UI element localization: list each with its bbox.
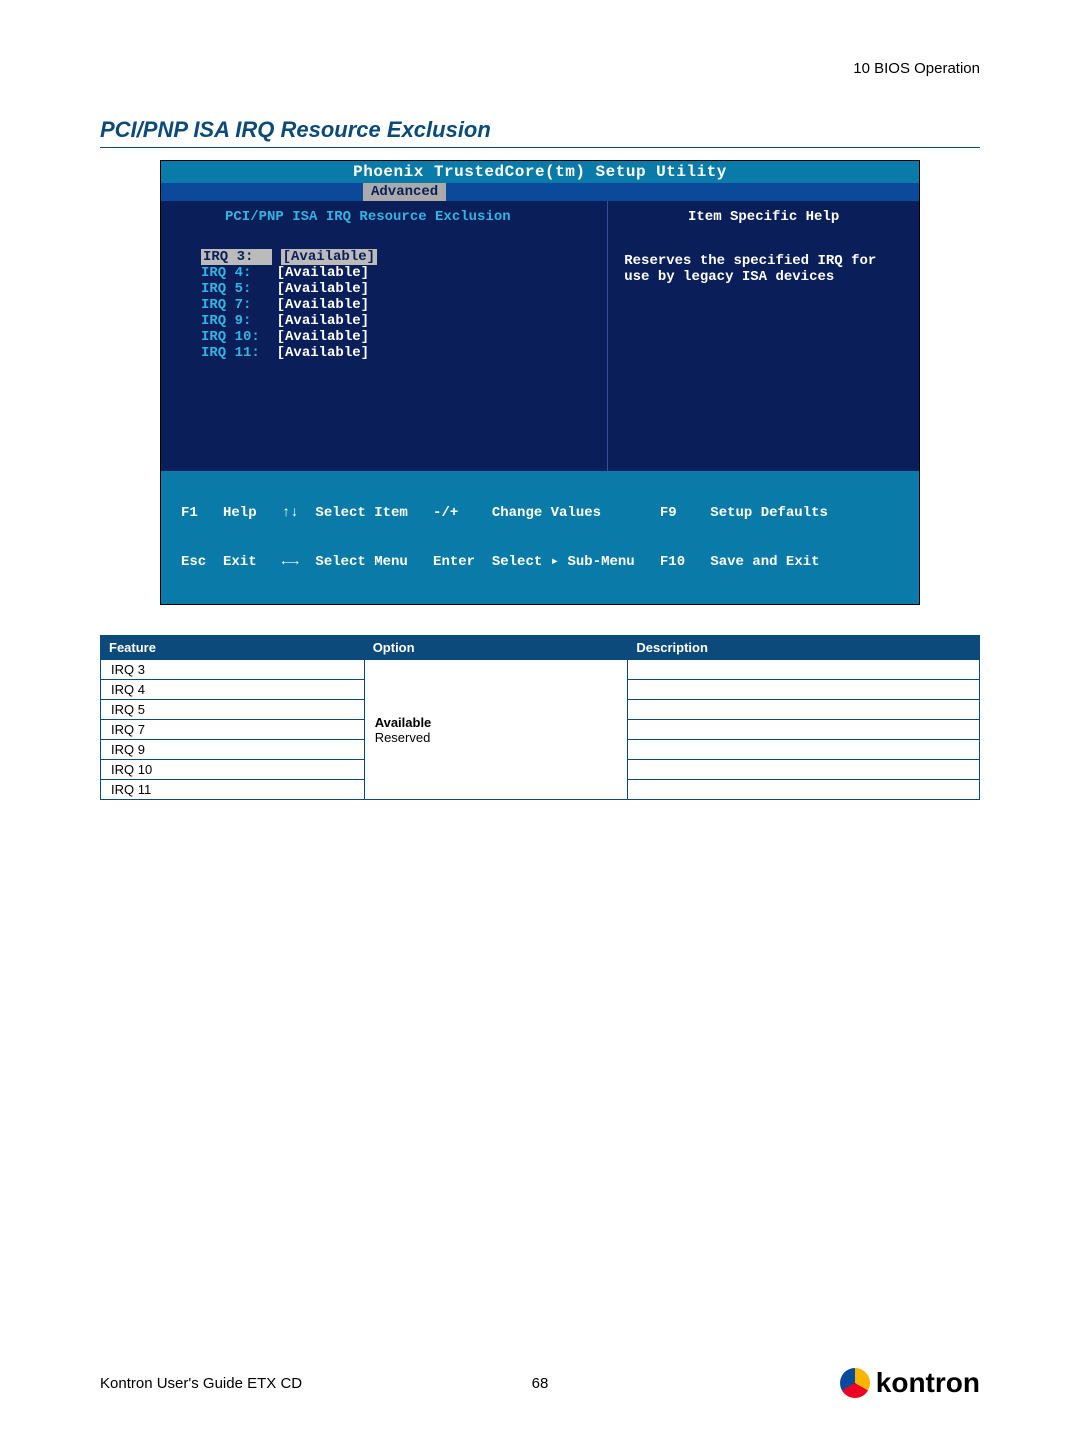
logo-text: kontron (876, 1367, 980, 1399)
bios-item-value: [Available] (277, 297, 369, 313)
cell-description (628, 680, 980, 700)
th-feature: Feature (101, 636, 365, 660)
bios-item-label: IRQ 7: (201, 297, 268, 313)
bios-item-value: [Available] (277, 329, 369, 345)
section-title: PCI/PNP ISA IRQ Resource Exclusion (100, 117, 980, 148)
footer-left: Kontron User's Guide ETX CD (100, 1375, 302, 1392)
cell-feature: IRQ 3 (101, 660, 365, 680)
bios-item-value: [Available] (277, 281, 369, 297)
bios-tab-advanced[interactable]: Advanced (363, 183, 446, 201)
bios-item-label: IRQ 5: (201, 281, 268, 297)
bios-item-label: IRQ 10: (201, 329, 268, 345)
cell-feature: IRQ 7 (101, 720, 365, 740)
bios-item-label: IRQ 9: (201, 313, 268, 329)
page-footer: Kontron User's Guide ETX CD 68 kontron (100, 1367, 980, 1399)
table-row: IRQ 3AvailableReserved (101, 660, 980, 680)
bios-item[interactable]: IRQ 5: [Available] (201, 281, 591, 297)
bios-item[interactable]: IRQ 7: [Available] (201, 297, 591, 313)
bios-item-value: [Available] (277, 265, 369, 281)
cell-feature: IRQ 5 (101, 700, 365, 720)
logo-icon (840, 1368, 870, 1398)
bios-tab-bar: Advanced (161, 183, 919, 201)
bios-item[interactable]: IRQ 3: [Available] (201, 249, 591, 265)
bios-item-label: IRQ 4: (201, 265, 268, 281)
cell-description (628, 720, 980, 740)
bios-item[interactable]: IRQ 9: [Available] (201, 313, 591, 329)
bios-left-pane: PCI/PNP ISA IRQ Resource Exclusion IRQ 3… (161, 201, 608, 471)
bios-item-label: IRQ 11: (201, 345, 268, 361)
bios-screenshot: Phoenix TrustedCore(tm) Setup Utility Ad… (160, 160, 920, 605)
cell-description (628, 780, 980, 800)
bios-item[interactable]: IRQ 4: [Available] (201, 265, 591, 281)
cell-feature: IRQ 10 (101, 760, 365, 780)
bios-item-value: [Available] (277, 345, 369, 361)
cell-option: AvailableReserved (364, 660, 628, 800)
logo: kontron (840, 1367, 980, 1399)
cell-feature: IRQ 4 (101, 680, 365, 700)
cell-description (628, 700, 980, 720)
option-available: Available (375, 715, 618, 730)
bios-item[interactable]: IRQ 11: [Available] (201, 345, 591, 361)
bios-item[interactable]: IRQ 10: [Available] (201, 329, 591, 345)
th-option: Option (364, 636, 628, 660)
bios-item-value: [Available] (277, 313, 369, 329)
bios-footer: F1 Help ↑↓ Select Item -/+ Change Values… (161, 471, 919, 604)
cell-description (628, 740, 980, 760)
bios-footer-line2: Esc Exit ←→ Select Menu Enter Select ▸ S… (181, 553, 911, 570)
cell-description (628, 760, 980, 780)
cell-feature: IRQ 9 (101, 740, 365, 760)
bios-subtitle: PCI/PNP ISA IRQ Resource Exclusion (225, 209, 591, 225)
page-number: 68 (532, 1375, 549, 1392)
bios-footer-line1: F1 Help ↑↓ Select Item -/+ Change Values… (181, 505, 911, 521)
th-description: Description (628, 636, 980, 660)
bios-item-label: IRQ 3: (201, 249, 272, 265)
bios-help-pane: Item Specific Help Reserves the specifie… (608, 201, 919, 471)
bios-title: Phoenix TrustedCore(tm) Setup Utility (161, 161, 919, 183)
bios-item-value: [Available] (281, 249, 377, 265)
option-reserved: Reserved (375, 730, 618, 745)
cell-feature: IRQ 11 (101, 780, 365, 800)
cell-description (628, 660, 980, 680)
chapter-header: 10 BIOS Operation (100, 60, 980, 77)
feature-table: Feature Option Description IRQ 3Availabl… (100, 635, 980, 800)
bios-help-title: Item Specific Help (624, 209, 903, 225)
bios-help-text: Reserves the specified IRQ for use by le… (624, 253, 903, 285)
